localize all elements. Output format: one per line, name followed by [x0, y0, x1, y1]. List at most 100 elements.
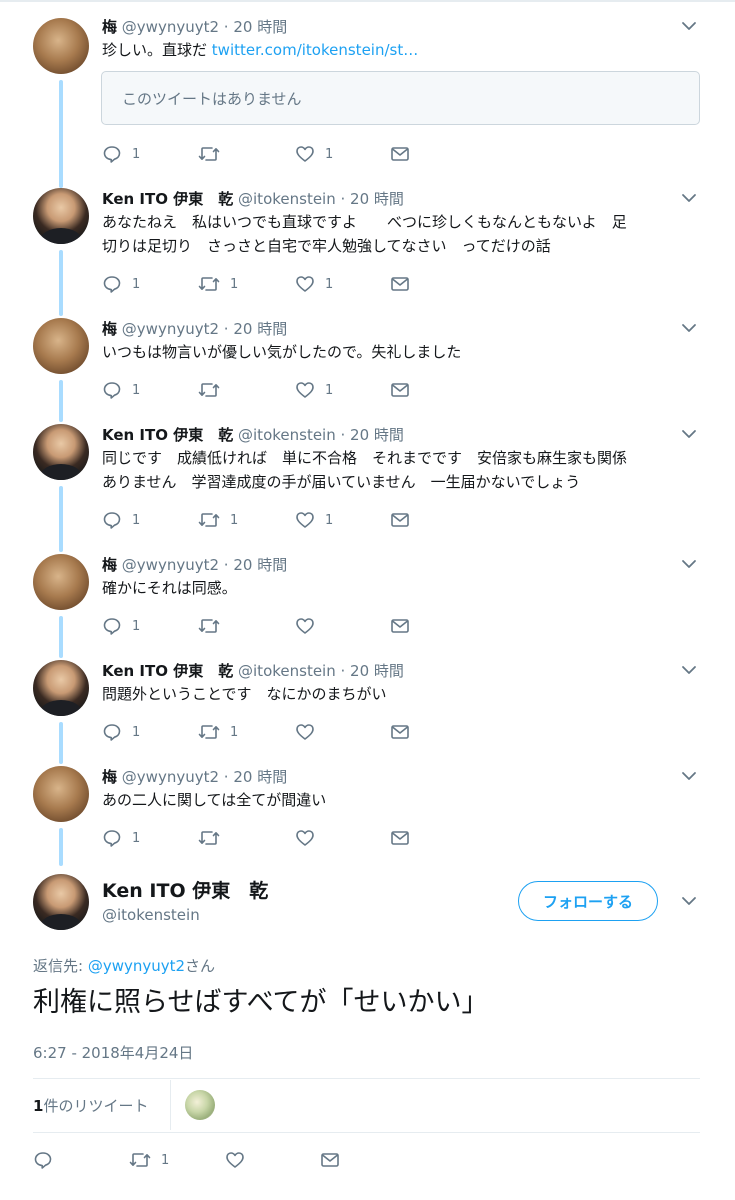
main-user-name[interactable]: Ken ITO 伊東 乾: [102, 876, 268, 903]
chevron-down-icon[interactable]: [680, 319, 698, 337]
retweet-button[interactable]: 1: [129, 1150, 169, 1170]
main-avatar[interactable]: [33, 874, 89, 930]
dm-button[interactable]: [390, 616, 410, 636]
like-button[interactable]: [295, 616, 325, 636]
user-handle[interactable]: @ywynyuyt2: [122, 768, 219, 786]
reply-button[interactable]: 1: [102, 616, 140, 636]
avatar[interactable]: [33, 660, 89, 716]
tweet-header: Ken ITO 伊東 乾 @itokenstein · 20 時間: [102, 660, 404, 681]
avatar[interactable]: [33, 188, 89, 244]
reply-icon: [33, 1150, 53, 1170]
like-button[interactable]: 1: [295, 510, 333, 530]
reply-icon: [102, 722, 122, 742]
chevron-down-icon[interactable]: [680, 425, 698, 443]
tweet-text-line: 切りは足切り さっさと自宅で牢人勉強してなさい ってだけの話: [102, 237, 551, 255]
reply-button[interactable]: 1: [102, 274, 140, 294]
user-name[interactable]: 梅: [102, 556, 117, 574]
chevron-down-icon[interactable]: [680, 661, 698, 679]
user-name[interactable]: 梅: [102, 768, 117, 786]
tweet[interactable]: 梅 @ywynyuyt2 · 20 時間 珍しい。直球だ twitter.com…: [0, 0, 735, 180]
retweet-button[interactable]: 1: [198, 274, 238, 294]
heart-icon: [295, 722, 315, 742]
retweet-button[interactable]: [198, 828, 230, 848]
user-handle[interactable]: @ywynyuyt2: [122, 320, 219, 338]
tweet-time[interactable]: · 20 時間: [224, 320, 287, 338]
tweet[interactable]: 梅 @ywynyuyt2 · 20 時間 いつもは物言いが優しい気がしたので。失…: [0, 310, 735, 416]
avatar[interactable]: [33, 554, 89, 610]
tweet-text-line: 同じです 成績低ければ 単に不合格 それまでです 安倍家も麻生家も関係: [102, 449, 628, 467]
retweeter-avatar[interactable]: [185, 1090, 215, 1120]
tweet-text-line: ありません 学習達成度の手が届いていません 一生届かないでしょう: [102, 473, 581, 491]
user-handle[interactable]: @itokenstein: [238, 662, 336, 680]
dm-button[interactable]: [390, 274, 410, 294]
reply-to-handle[interactable]: @ywynyuyt2: [88, 957, 185, 975]
retweet-button[interactable]: 1: [198, 722, 238, 742]
tweet-time[interactable]: · 20 時間: [224, 768, 287, 786]
user-name[interactable]: 梅: [102, 18, 117, 36]
follow-button[interactable]: フォローする: [518, 881, 658, 921]
retweet-button[interactable]: [198, 380, 230, 400]
dm-button[interactable]: [390, 722, 410, 742]
envelope-icon: [390, 144, 410, 164]
tweet-time[interactable]: · 20 時間: [341, 190, 404, 208]
avatar[interactable]: [33, 318, 89, 374]
retweet-button[interactable]: 1: [198, 510, 238, 530]
reply-button[interactable]: [33, 1150, 63, 1170]
tweet-time[interactable]: · 20 時間: [224, 556, 287, 574]
reply-icon: [102, 144, 122, 164]
tweet[interactable]: Ken ITO 伊東 乾 @itokenstein · 20 時間 あなたねえ …: [0, 180, 735, 310]
avatar[interactable]: [33, 18, 89, 74]
chevron-down-icon[interactable]: [680, 767, 698, 785]
dm-button[interactable]: [320, 1150, 340, 1170]
tweet-header: 梅 @ywynyuyt2 · 20 時間: [102, 554, 287, 575]
tweet[interactable]: 梅 @ywynyuyt2 · 20 時間 あの二人に関しては全てが間違い 1: [0, 758, 735, 864]
like-button[interactable]: [295, 828, 325, 848]
reply-button[interactable]: 1: [102, 510, 140, 530]
user-name[interactable]: Ken ITO 伊東 乾: [102, 662, 233, 680]
dm-button[interactable]: [390, 144, 410, 164]
chevron-down-icon[interactable]: [680, 17, 698, 35]
main-user-handle[interactable]: @itokenstein: [102, 906, 200, 924]
user-name[interactable]: Ken ITO 伊東 乾: [102, 426, 233, 444]
heart-icon: [295, 380, 315, 400]
retweet-button[interactable]: [198, 616, 230, 636]
reply-button[interactable]: 1: [102, 144, 140, 164]
user-handle[interactable]: @itokenstein: [238, 426, 336, 444]
reply-button[interactable]: 1: [102, 722, 140, 742]
like-count: 1: [325, 146, 334, 162]
user-handle[interactable]: @itokenstein: [238, 190, 336, 208]
avatar[interactable]: [33, 766, 89, 822]
envelope-icon: [390, 274, 410, 294]
dm-button[interactable]: [390, 828, 410, 848]
user-handle[interactable]: @ywynyuyt2: [122, 556, 219, 574]
retweet-count: 1: [230, 512, 239, 528]
reply-count: 1: [132, 382, 141, 398]
dm-button[interactable]: [390, 380, 410, 400]
tweet-time[interactable]: · 20 時間: [341, 426, 404, 444]
user-name[interactable]: 梅: [102, 320, 117, 338]
chevron-down-icon[interactable]: [680, 555, 698, 573]
reply-button[interactable]: 1: [102, 828, 140, 848]
dm-button[interactable]: [390, 510, 410, 530]
retweet-stats[interactable]: 1件のリツイート: [33, 1095, 148, 1116]
tweet-link[interactable]: twitter.com/itokenstein/st…: [212, 41, 418, 59]
user-handle[interactable]: @ywynyuyt2: [122, 18, 219, 36]
like-button[interactable]: 1: [295, 144, 333, 164]
avatar[interactable]: [33, 424, 89, 480]
main-tweet-timestamp[interactable]: 6:27 - 2018年4月24日: [33, 1042, 193, 1063]
tweet[interactable]: Ken ITO 伊東 乾 @itokenstein · 20 時間 同じです 成…: [0, 416, 735, 546]
chevron-down-icon[interactable]: [680, 189, 698, 207]
reply-button[interactable]: 1: [102, 380, 140, 400]
tweet-time[interactable]: · 20 時間: [224, 18, 287, 36]
like-button[interactable]: 1: [295, 380, 333, 400]
envelope-icon: [390, 510, 410, 530]
tweet[interactable]: Ken ITO 伊東 乾 @itokenstein · 20 時間 問題外という…: [0, 652, 735, 758]
tweet[interactable]: 梅 @ywynyuyt2 · 20 時間 確かにそれは同感。 1: [0, 546, 735, 652]
like-button[interactable]: 1: [295, 274, 333, 294]
tweet-time[interactable]: · 20 時間: [341, 662, 404, 680]
like-button[interactable]: [225, 1150, 255, 1170]
user-name[interactable]: Ken ITO 伊東 乾: [102, 190, 233, 208]
like-button[interactable]: [295, 722, 325, 742]
retweet-button[interactable]: [198, 144, 230, 164]
chevron-down-icon[interactable]: [680, 892, 698, 910]
